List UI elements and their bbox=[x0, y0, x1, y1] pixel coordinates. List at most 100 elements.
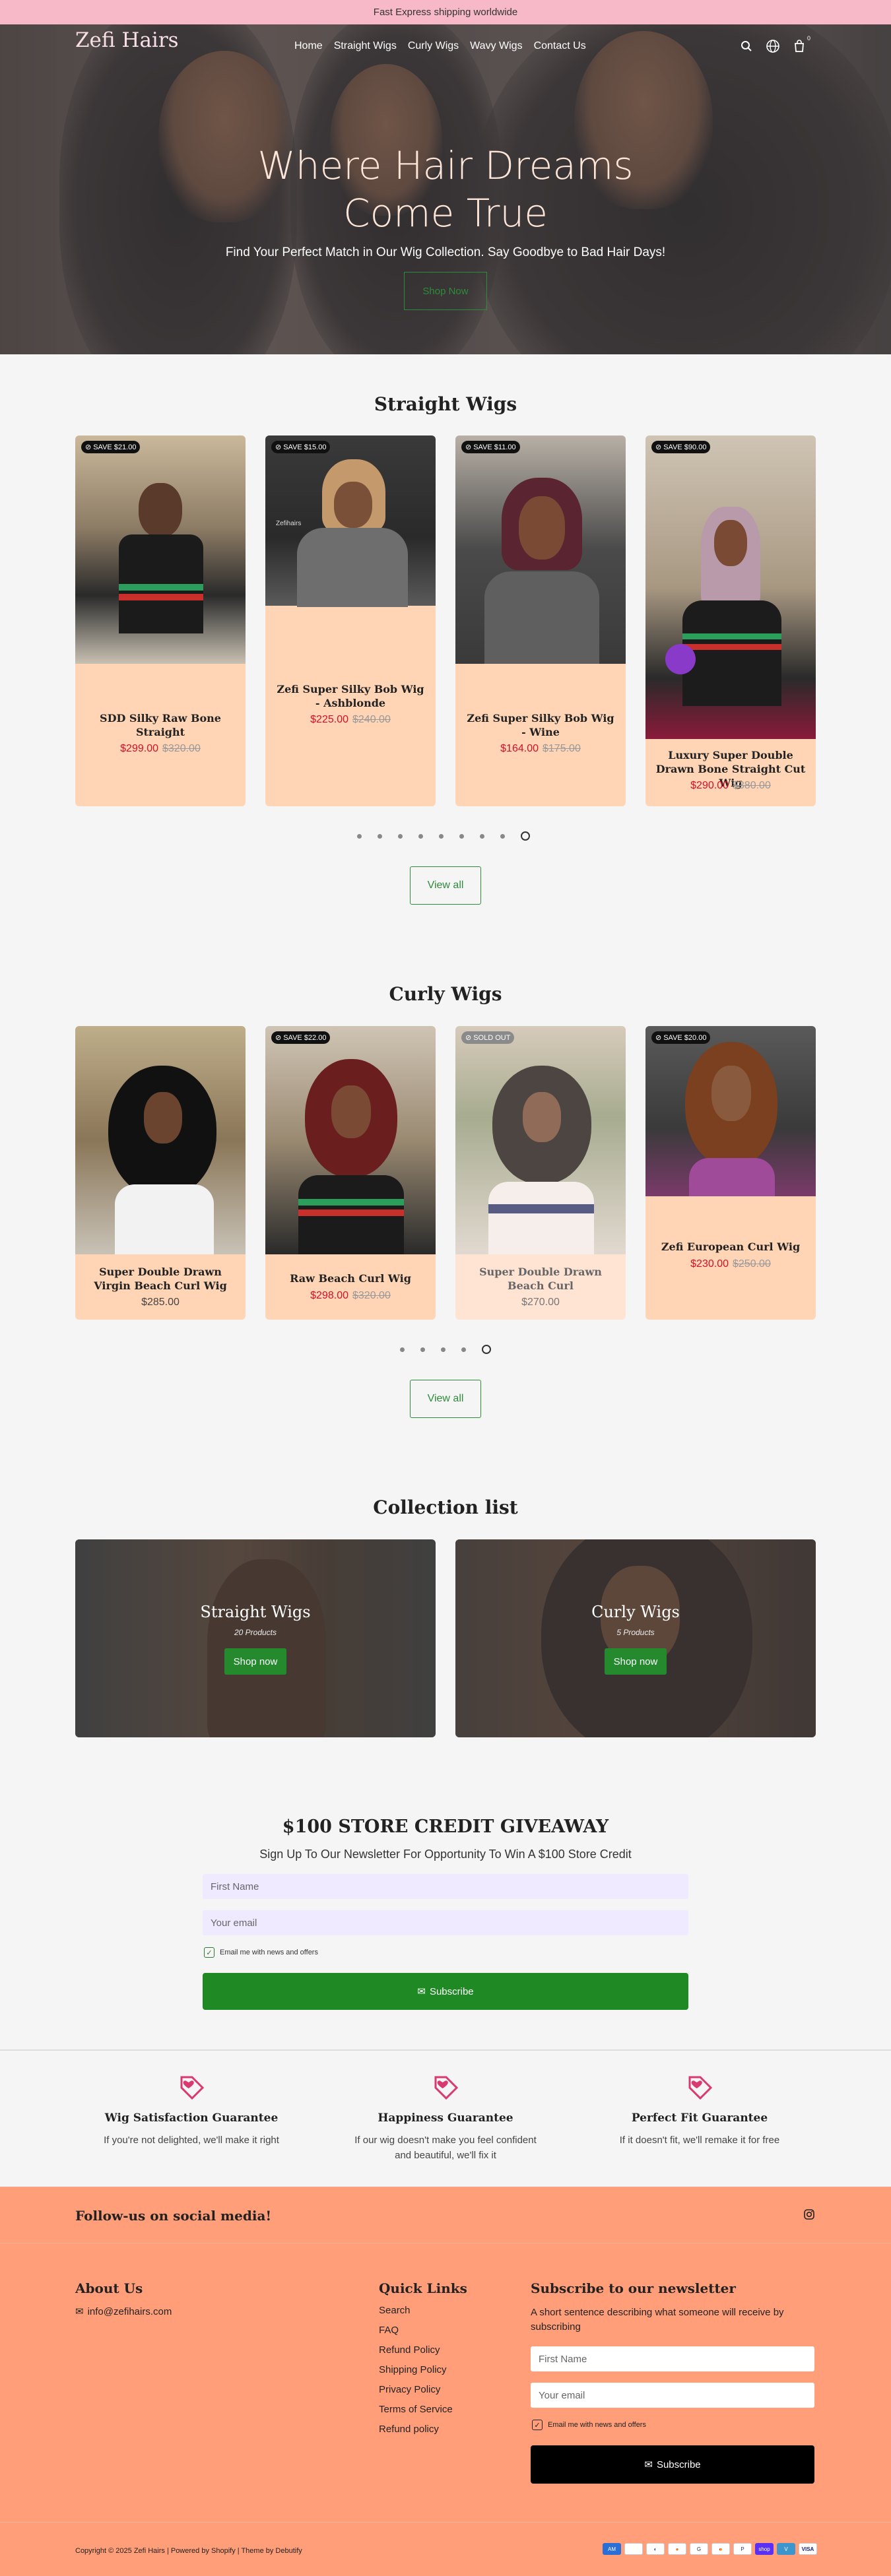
product-image[interactable] bbox=[265, 1026, 436, 1254]
product-image[interactable] bbox=[75, 1026, 246, 1254]
footer-link-refund-policy[interactable]: Refund Policy bbox=[379, 2344, 453, 2356]
product-card[interactable]: ⊘ SAVE $11.00 Zefi Super Silky Bob Wig - … bbox=[455, 435, 626, 806]
collection-shop-now-button[interactable]: Shop now bbox=[605, 1648, 667, 1675]
collection-title[interactable]: Curly Wigs bbox=[455, 1603, 816, 1621]
menu-item-contact-us[interactable]: Contact Us bbox=[534, 40, 586, 52]
menu-item-curly-wigs[interactable]: Curly Wigs bbox=[408, 40, 459, 52]
menu-item-straight-wigs[interactable]: Straight Wigs bbox=[334, 40, 397, 52]
heart-tag-icon bbox=[176, 2072, 207, 2102]
footer-email-field[interactable]: Your email bbox=[531, 2383, 814, 2408]
payment-icons: AM ◐ ● G ● ● P shop V VISA bbox=[599, 2543, 817, 2555]
collection-list-title: Collection list bbox=[373, 1497, 518, 1518]
collection-card-curly[interactable]: Curly Wigs 5 Products Shop now bbox=[455, 1539, 816, 1737]
carousel-dot[interactable] bbox=[357, 833, 362, 839]
product-card[interactable]: Zefihairs ⊘ SAVE $15.00 Zefi Super Silky … bbox=[265, 435, 436, 806]
product-name[interactable]: Raw Beach Curl Wig bbox=[275, 1272, 426, 1285]
first-name-field[interactable]: First Name bbox=[203, 1874, 688, 1899]
product-card[interactable]: ⊘ SAVE $20.00 Zefi European Curl Wig $230… bbox=[645, 1026, 816, 1320]
shop-pay-icon: shop bbox=[755, 2543, 774, 2555]
product-image[interactable] bbox=[645, 1026, 816, 1196]
menu-item-home[interactable]: Home bbox=[294, 40, 323, 52]
amex-icon: AM bbox=[603, 2543, 621, 2555]
carousel-dot[interactable] bbox=[400, 1347, 405, 1352]
guarantee-desc: If you're not delighted, we'll make it r… bbox=[104, 2135, 279, 2146]
carousel-dot[interactable] bbox=[398, 833, 403, 839]
product-image[interactable] bbox=[455, 1026, 626, 1254]
carousel-dot[interactable] bbox=[378, 833, 382, 839]
contact-email[interactable]: ✉ info@zefihairs.com bbox=[75, 2305, 172, 2318]
footer-consent-checkbox[interactable]: ✓ bbox=[532, 2420, 543, 2430]
hero-subtitle: Find Your Perfect Match in Our Wig Colle… bbox=[225, 245, 666, 259]
tag-icon: ⊘ bbox=[655, 443, 662, 451]
product-image[interactable] bbox=[455, 435, 626, 664]
mail-icon: ✉ bbox=[644, 2459, 653, 2470]
carousel-dot[interactable] bbox=[459, 833, 464, 839]
product-image[interactable]: Zefihairs bbox=[265, 435, 436, 607]
follow-heading: Follow-us on social media! bbox=[75, 2208, 272, 2224]
product-image[interactable] bbox=[645, 435, 816, 739]
view-all-curly-button[interactable]: View all bbox=[410, 1380, 481, 1418]
product-name[interactable]: Super Double Drawn Beach Curl bbox=[465, 1265, 616, 1293]
main-menu: Home Straight Wigs Curly Wigs Wavy Wigs … bbox=[294, 40, 586, 52]
product-card[interactable]: ⊘ SAVE $21.00 SDD Silky Raw Bone Straight… bbox=[75, 435, 246, 806]
giveaway-title: $100 STORE CREDIT GIVEAWAY bbox=[282, 1817, 609, 1837]
collection-title[interactable]: Straight Wigs bbox=[75, 1603, 436, 1621]
product-card[interactable]: ⊘ SAVE $22.00 Raw Beach Curl Wig $298.00 $… bbox=[265, 1026, 436, 1320]
consent-checkbox[interactable]: ✓ bbox=[204, 1947, 214, 1958]
product-name[interactable]: SDD Silky Raw Bone Straight bbox=[84, 711, 236, 739]
menu-item-wavy-wigs[interactable]: Wavy Wigs bbox=[470, 40, 522, 52]
apple-pay-icon bbox=[624, 2543, 643, 2555]
product-price: $290.00 $380.00 bbox=[690, 780, 771, 791]
footer-link-faq[interactable]: FAQ bbox=[379, 2325, 453, 2336]
collection-card-straight[interactable]: Straight Wigs 20 Products Shop now bbox=[75, 1539, 436, 1737]
carousel-dot[interactable] bbox=[480, 833, 484, 839]
guarantee-fit: Perfect Fit Guarantee If it doesn't fit,… bbox=[574, 2072, 825, 2148]
product-card[interactable]: ⊘ SOLD OUT Super Double Drawn Beach Curl … bbox=[455, 1026, 626, 1320]
globe-icon[interactable] bbox=[764, 38, 781, 55]
product-name[interactable]: Zefi Super Silky Bob Wig - Wine bbox=[465, 711, 616, 739]
view-all-straight-button[interactable]: View all bbox=[410, 866, 481, 905]
product-card[interactable]: Super Double Drawn Virgin Beach Curl Wig… bbox=[75, 1026, 246, 1320]
collection-shop-now-button[interactable]: Shop now bbox=[224, 1648, 286, 1675]
product-price: $164.00 $175.00 bbox=[500, 743, 581, 754]
tag-icon: ⊘ bbox=[655, 1034, 662, 1042]
site-logo[interactable]: Zefi Hairs bbox=[75, 28, 179, 52]
footer-subscribe-button[interactable]: ✉ Subscribe bbox=[531, 2445, 814, 2484]
carousel-dot[interactable] bbox=[439, 833, 444, 839]
mastercard-icon: ● ● bbox=[711, 2543, 730, 2555]
carousel-dot[interactable] bbox=[418, 833, 423, 839]
cart-icon[interactable]: 0 bbox=[791, 35, 810, 55]
footer-link-privacy-policy[interactable]: Privacy Policy bbox=[379, 2384, 453, 2395]
carousel-dot-active[interactable] bbox=[482, 1345, 491, 1354]
guarantee-satisfaction: Wig Satisfaction Guarantee If you're not… bbox=[66, 2072, 317, 2148]
product-name[interactable]: Zefi European Curl Wig bbox=[655, 1240, 807, 1254]
tag-icon: ⊘ bbox=[465, 443, 472, 451]
product-image[interactable] bbox=[75, 435, 246, 664]
carousel-dot[interactable] bbox=[441, 1347, 446, 1352]
carousel-dot[interactable] bbox=[461, 1347, 466, 1352]
announcement-text: Fast Express shipping worldwide bbox=[373, 7, 518, 18]
footer-link-shipping-policy[interactable]: Shipping Policy bbox=[379, 2364, 453, 2375]
announcement-bar: Fast Express shipping worldwide bbox=[0, 0, 891, 24]
carousel-dot-active[interactable] bbox=[521, 831, 530, 841]
carousel-dot[interactable] bbox=[420, 1347, 425, 1352]
search-icon[interactable] bbox=[738, 38, 755, 55]
product-name[interactable]: Super Double Drawn Virgin Beach Curl Wig bbox=[84, 1265, 236, 1293]
save-badge: ⊘ SAVE $21.00 bbox=[81, 441, 141, 453]
about-heading: About Us bbox=[75, 2280, 143, 2296]
subscribe-button[interactable]: ✉ Subscribe bbox=[203, 1973, 688, 2010]
footer-link-refund-policy-2[interactable]: Refund policy bbox=[379, 2424, 453, 2435]
guarantee-desc: If our wig doesn't make you feel confide… bbox=[354, 2135, 537, 2161]
instagram-icon[interactable] bbox=[803, 2208, 816, 2221]
carousel-dots bbox=[400, 1345, 491, 1354]
save-badge: ⊘ SAVE $11.00 bbox=[461, 441, 520, 453]
footer-link-terms[interactable]: Terms of Service bbox=[379, 2404, 453, 2415]
shop-now-button[interactable]: Shop Now bbox=[404, 272, 487, 310]
product-name[interactable]: Zefi Super Silky Bob Wig - Ashblonde bbox=[275, 682, 426, 710]
footer-first-name-field[interactable]: First Name bbox=[531, 2346, 814, 2371]
guarantee-title: Perfect Fit Guarantee bbox=[631, 2111, 768, 2125]
footer-link-search[interactable]: Search bbox=[379, 2305, 453, 2316]
product-card[interactable]: ⊘ SAVE $90.00 Luxury Super Double Drawn B… bbox=[645, 435, 816, 806]
email-field[interactable]: Your email bbox=[203, 1910, 688, 1935]
carousel-dot[interactable] bbox=[500, 833, 505, 839]
